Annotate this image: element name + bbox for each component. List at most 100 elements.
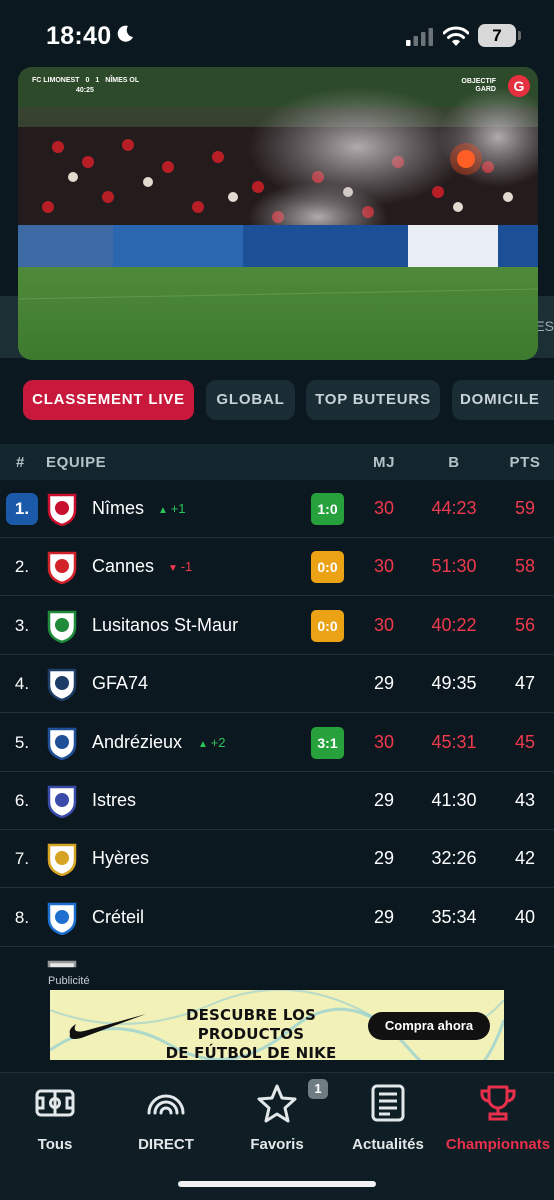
- team-name: Lusitanos St-Maur: [92, 614, 239, 635]
- table-row[interactable]: 3. Lusitanos St-Maur 0:0 30 40:22 56: [0, 597, 554, 655]
- nav-label-tous: Tous: [37, 1136, 73, 1153]
- team-name: Cannes: [92, 556, 155, 577]
- trend-up-indicator: ▲ +2: [198, 735, 226, 750]
- team-name: Créteil: [92, 906, 145, 927]
- home-indicator[interactable]: [178, 1181, 376, 1187]
- row-rank: 2.: [14, 557, 30, 577]
- matches-played: 29: [373, 848, 395, 869]
- battery-indicator: 7: [478, 24, 516, 47]
- points: 56: [514, 614, 536, 635]
- nav-label-favoris: Favoris: [250, 1136, 304, 1153]
- trophy-icon: [480, 1085, 516, 1121]
- wifi-icon: [443, 26, 469, 46]
- nav-tous[interactable]: Tous: [0, 1083, 110, 1163]
- table-row[interactable]: 4. GFA74 29 49:35 47: [0, 655, 554, 714]
- row-rank: 3.: [14, 615, 30, 635]
- nav-direct[interactable]: DIRECT: [111, 1083, 221, 1163]
- battery-tip: [518, 31, 521, 40]
- matches-played: 29: [373, 673, 395, 694]
- table-row[interactable]: 1. Nîmes ▲ +1 1:0 30 44:23 59: [0, 480, 554, 538]
- tab-classement-live[interactable]: CLASSEMENT LIVE: [23, 380, 194, 420]
- matches-played: 30: [373, 498, 395, 518]
- header-goals: B: [448, 454, 460, 471]
- live-signal-icon: [147, 1094, 185, 1115]
- team-name: GFA74: [92, 673, 149, 694]
- nav-actualites[interactable]: Actualités: [333, 1083, 443, 1163]
- goals-for-against: 51:30: [431, 556, 477, 577]
- broadcaster-line2: GARD: [475, 86, 496, 93]
- ad-headline-line2: DE FÚTBOL DE NIKE: [165, 1044, 337, 1060]
- broadcaster-line1: OBJECTIF: [461, 78, 496, 85]
- row-rank: 1.: [6, 493, 38, 525]
- ad-label: Publicité: [48, 975, 90, 987]
- header-points: PTS: [509, 454, 541, 471]
- team-name: Andrézieux: [92, 731, 183, 752]
- ad-headline-line1: DESCUBRE LOS PRODUCTOS: [185, 1006, 317, 1043]
- table-row[interactable]: 8. Créteil 29 35:34 40: [0, 889, 554, 947]
- broadcaster-badge: G: [508, 75, 530, 97]
- team-name: Hyères: [92, 848, 150, 869]
- trend-value: +2: [210, 734, 226, 750]
- nav-championnats[interactable]: Championnats: [443, 1083, 553, 1163]
- table-row[interactable]: 7. Hyères 29 32:26 42: [0, 830, 554, 889]
- trend-down-indicator: ▼ -1: [168, 559, 192, 574]
- live-score-badge[interactable]: 0:0: [311, 551, 344, 584]
- goals-for-against: 40:22: [431, 614, 477, 635]
- team-crest-icon: [47, 785, 77, 818]
- table-row[interactable]: 2. Cannes ▼ -1 0:0 30 51:30 58: [0, 538, 554, 597]
- pitch-icon: [35, 1089, 75, 1117]
- broadcaster-name: OBJECTIF GARD: [450, 78, 496, 94]
- moon-icon: [117, 25, 133, 42]
- table-row[interactable]: 6. Istres 29 41:30 43: [0, 772, 554, 830]
- team-name: GOAL FC: [92, 965, 171, 986]
- scorebug-away-team: NÎMES OL: [105, 77, 140, 84]
- table-row[interactable]: 5. Andrézieux ▲ +2 3:1 30 45:31 45: [0, 714, 554, 772]
- scorebug: FC LIMONEST 0 1 NÎMES OL 40:25: [32, 77, 139, 94]
- goals-for-against: 44:23: [431, 498, 477, 518]
- arrow-up-icon: ▲: [198, 738, 211, 750]
- trend-value: +1: [170, 501, 186, 516]
- tab-domicile[interactable]: DOMICILE: [452, 380, 554, 420]
- team-crest-icon: [47, 552, 77, 585]
- goals-for-against: 41:30: [431, 790, 477, 810]
- video-backdrop-text: ES: [535, 318, 554, 334]
- points: 58: [514, 556, 536, 577]
- points: 42: [514, 848, 536, 869]
- points: 59: [514, 498, 536, 518]
- nav-favoris[interactable]: 1 Favoris: [222, 1079, 332, 1163]
- nike-swoosh-logo: [69, 1014, 146, 1039]
- tab-top-buteurs[interactable]: TOP BUTEURS: [306, 380, 440, 420]
- broadcaster-logo: OBJECTIF GARD G: [450, 73, 530, 101]
- team-crest-icon: [47, 727, 77, 760]
- nav-label-actualites: Actualités: [352, 1136, 424, 1153]
- scorebug-clock: 40:25: [76, 87, 94, 94]
- nav-label-championnats: Championnats: [445, 1136, 551, 1153]
- tab-global[interactable]: GLOBAL: [206, 380, 295, 420]
- trend-value: -1: [180, 559, 193, 575]
- pitch: [18, 267, 538, 360]
- row-rank: 4.: [14, 674, 30, 694]
- matches-played: 29: [373, 906, 395, 927]
- team-crest-icon: [47, 902, 77, 935]
- goals-for-against: 32:26: [431, 848, 477, 869]
- team-name: Nîmes: [92, 498, 145, 518]
- matches-played: 30: [373, 614, 395, 635]
- nav-label-direct: DIRECT: [138, 1136, 194, 1153]
- ad-banner[interactable]: DESCUBRE LOS PRODUCTOS DE FÚTBOL DE NIKE…: [50, 990, 504, 1060]
- matches-played: 30: [373, 556, 395, 577]
- live-score-badge[interactable]: 0:0: [311, 609, 344, 642]
- points: 45: [514, 731, 536, 752]
- news-icon: [371, 1084, 405, 1122]
- ad-cta-button[interactable]: Compra ahora: [368, 1012, 490, 1040]
- status-bar: 18:40 7: [0, 0, 554, 70]
- goals-for-against: 49:35: [431, 673, 477, 694]
- row-rank: 8.: [14, 907, 30, 927]
- points: 47: [514, 673, 536, 694]
- arrow-down-icon: ▼: [168, 563, 181, 575]
- scorebug-home-goals: 0: [85, 77, 90, 84]
- live-score-badge[interactable]: 1:0: [311, 493, 344, 525]
- video-player[interactable]: FC LIMONEST 0 1 NÎMES OL 40:25 OBJECTIF …: [18, 67, 538, 360]
- live-score-badge[interactable]: 3:1: [311, 726, 344, 759]
- scorebug-away-goals: 1: [95, 77, 100, 84]
- row-rank: 9.: [14, 966, 30, 986]
